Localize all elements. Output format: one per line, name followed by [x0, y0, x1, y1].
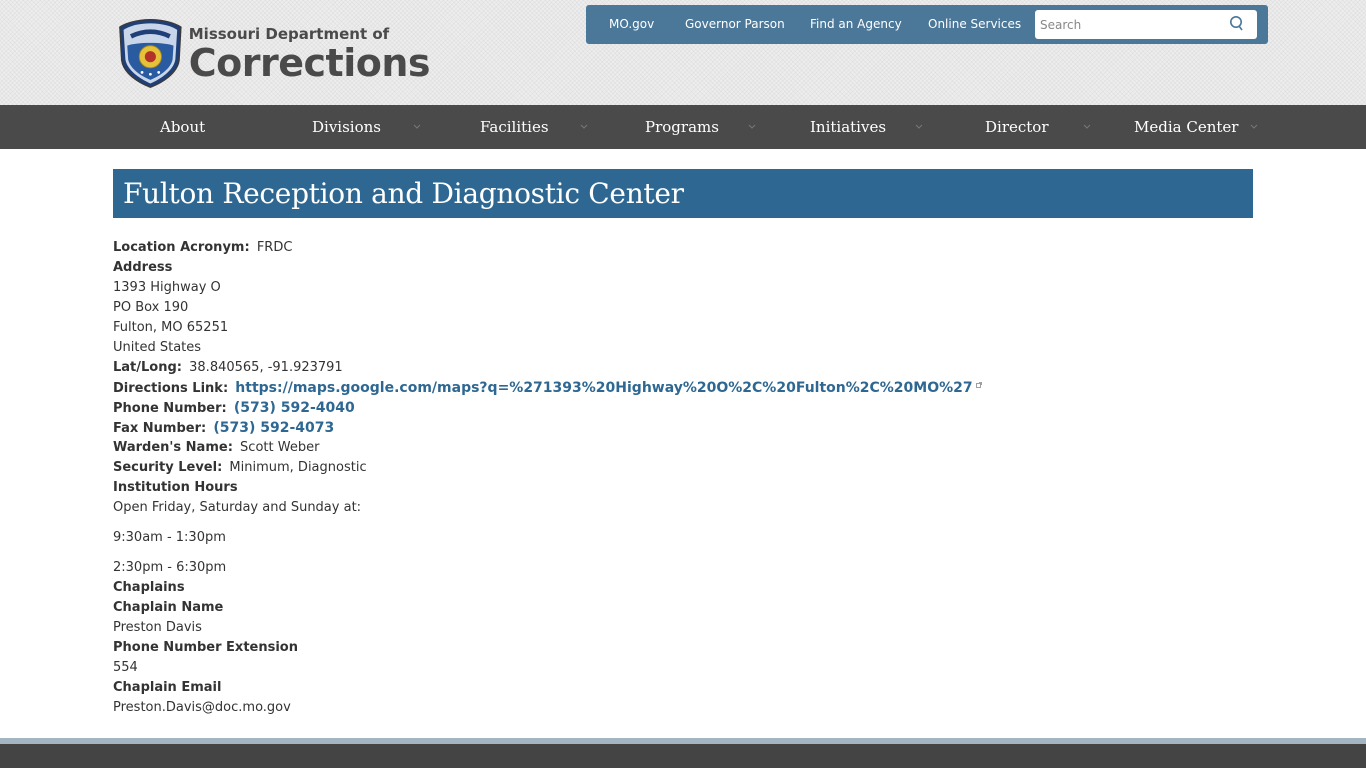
field-location-acronym: Location Acronym: FRDC: [113, 238, 1253, 258]
chaplain-ext: 554: [113, 660, 138, 675]
chaplain-name: Preston Davis: [113, 620, 202, 635]
address-line: 1393 Highway O: [113, 280, 221, 295]
nav-label: Media Center: [1134, 118, 1239, 136]
field-label: Phone Number:: [113, 401, 227, 416]
field-label: Lat/Long:: [113, 360, 182, 375]
field-phone: Phone Number: (573) 592-4040: [113, 398, 1253, 418]
nav-item-facilities[interactable]: Facilities: [480, 105, 549, 149]
search-input[interactable]: [1035, 11, 1220, 38]
phone-link[interactable]: (573) 592-4040: [234, 400, 355, 416]
doc-badge-icon: [119, 19, 182, 88]
site-header: Missouri Department of Corrections MO.go…: [0, 0, 1366, 105]
chevron-down-icon[interactable]: [1083, 124, 1091, 130]
utility-nav: MO.gov Governor Parson Find an Agency On…: [586, 5, 1268, 44]
logo-wordmark: Corrections: [188, 41, 431, 85]
address-line: Fulton, MO 65251: [113, 320, 229, 335]
search-box: [1035, 10, 1257, 39]
nav-item-media-center[interactable]: Media Center: [1134, 105, 1238, 149]
chevron-down-icon[interactable]: [748, 124, 756, 130]
chevron-down-icon[interactable]: [413, 124, 421, 130]
nav-label: Programs: [645, 118, 719, 136]
field-value: Minimum, Diagnostic: [229, 460, 367, 475]
nav-item-initiatives[interactable]: Initiatives: [810, 105, 886, 149]
external-link-icon: [975, 382, 982, 388]
field-security-level: Security Level: Minimum, Diagnostic: [113, 458, 1253, 478]
facility-details: Location Acronym: FRDC Address 1393 High…: [113, 238, 1253, 718]
field-label: Fax Number:: [113, 421, 207, 436]
nav-item-director[interactable]: Director: [985, 105, 1049, 149]
site-logo[interactable]: Missouri Department of Corrections: [118, 14, 431, 92]
nav-item-programs[interactable]: Programs: [645, 105, 719, 149]
nav-item-divisions[interactable]: Divisions: [312, 105, 381, 149]
page-title: Fulton Reception and Diagnostic Center: [123, 177, 684, 210]
nav-label: About: [160, 118, 206, 136]
nav-label: Facilities: [480, 118, 549, 136]
address-line: PO Box 190: [113, 300, 189, 315]
field-warden: Warden's Name: Scott Weber: [113, 438, 1253, 458]
field-lat-long: Lat/Long: 38.840565, -91.923791: [113, 358, 1253, 378]
hours-slot: 2:30pm - 6:30pm: [113, 560, 227, 575]
chaplain-email: Preston.Davis@doc.mo.gov: [113, 700, 291, 715]
chaplain-name-label: Chaplain Name: [113, 600, 224, 615]
address-label: Address: [113, 260, 173, 275]
hours-slot: 9:30am - 1:30pm: [113, 530, 226, 545]
chevron-down-icon[interactable]: [580, 124, 588, 130]
field-label: Directions Link:: [113, 381, 229, 396]
nav-item-about[interactable]: About: [160, 105, 205, 149]
nav-label: Divisions: [312, 118, 381, 136]
chaplains-label: Chaplains: [113, 580, 185, 595]
address-line: United States: [113, 340, 202, 355]
fax-link[interactable]: (573) 592-4073: [213, 420, 334, 436]
site-footer: [0, 744, 1366, 768]
field-fax: Fax Number: (573) 592-4073: [113, 418, 1253, 438]
field-label: Security Level:: [113, 460, 223, 475]
main-nav: About Divisions Facilities Programs Init…: [0, 105, 1366, 149]
util-link-governor[interactable]: Governor Parson: [685, 17, 785, 31]
hours-intro: Open Friday, Saturday and Sunday at:: [113, 500, 362, 515]
chevron-down-icon[interactable]: [1250, 124, 1258, 130]
util-link-mo-gov[interactable]: MO.gov: [609, 17, 654, 31]
nav-label: Director: [985, 118, 1049, 136]
search-icon[interactable]: [1229, 15, 1245, 33]
util-link-find-agency[interactable]: Find an Agency: [810, 17, 902, 31]
field-label: Location Acronym:: [113, 240, 250, 255]
chaplain-email-label: Chaplain Email: [113, 680, 222, 695]
field-label: Warden's Name:: [113, 440, 233, 455]
util-link-online-services[interactable]: Online Services: [928, 17, 1021, 31]
field-directions: Directions Link: https://maps.google.com…: [113, 378, 1253, 398]
hours-label: Institution Hours: [113, 480, 238, 495]
page-title-bar: Fulton Reception and Diagnostic Center: [113, 169, 1253, 218]
directions-link[interactable]: https://maps.google.com/maps?q=%271393%2…: [235, 380, 972, 396]
field-value: 38.840565, -91.923791: [189, 360, 343, 375]
field-value: FRDC: [256, 240, 293, 255]
nav-label: Initiatives: [810, 118, 887, 136]
field-value: Scott Weber: [240, 440, 320, 455]
chevron-down-icon[interactable]: [915, 124, 923, 130]
chaplain-ext-label: Phone Number Extension: [113, 640, 298, 655]
